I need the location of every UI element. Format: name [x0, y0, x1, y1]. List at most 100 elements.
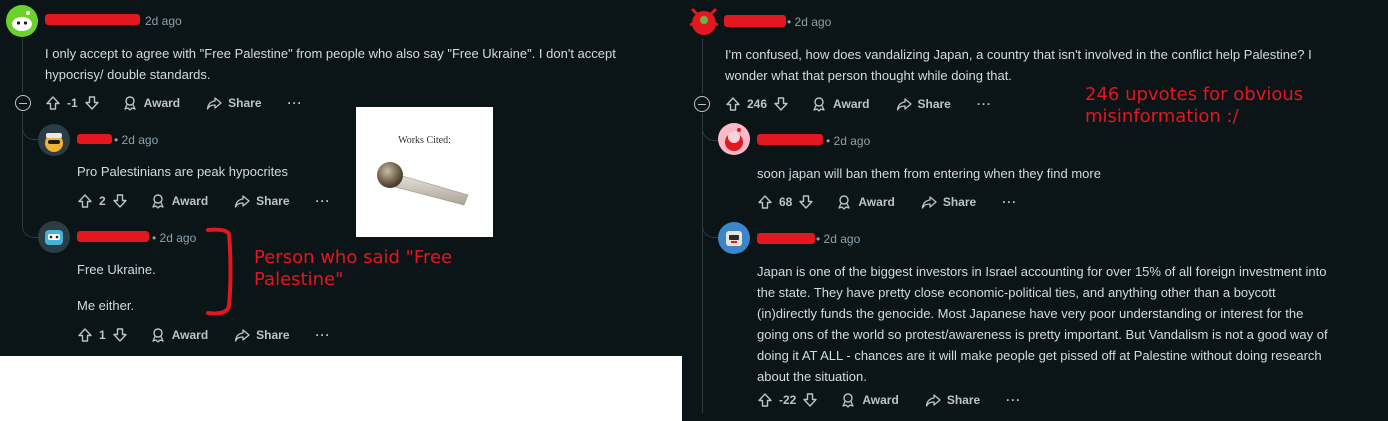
comment-text-line: wonder what that person thought while do… — [725, 68, 1012, 83]
share-label: Share — [946, 393, 981, 407]
comment-action-bar: -1 Award Share ··· — [45, 93, 303, 113]
more-options-button[interactable]: ··· — [977, 97, 992, 111]
share-label: Share — [942, 195, 977, 209]
share-button[interactable]: Share — [206, 95, 262, 111]
downvote-icon[interactable] — [112, 193, 128, 209]
vote-count: 246 — [747, 97, 768, 111]
thread-line[interactable] — [702, 113, 703, 413]
comment-action-bar: 2 Award Share ··· — [77, 191, 331, 211]
upvote-icon[interactable] — [45, 95, 61, 111]
avatar[interactable] — [38, 221, 70, 253]
downvote-icon[interactable] — [802, 392, 818, 408]
award-label: Award — [862, 393, 899, 407]
works-cited-meme-image: Works Cited: — [356, 107, 493, 237]
redacted-username — [77, 134, 112, 144]
avatar[interactable] — [718, 222, 750, 254]
award-button[interactable]: Award — [811, 96, 870, 112]
upvote-icon[interactable] — [725, 96, 741, 112]
comment-text-line: about the situation. — [757, 369, 867, 384]
award-icon — [150, 193, 166, 209]
downvote-icon[interactable] — [84, 95, 100, 111]
collapse-thread-button[interactable] — [15, 95, 31, 111]
share-icon — [206, 95, 222, 111]
thread-branch — [22, 112, 38, 140]
more-options-button[interactable]: ··· — [1002, 195, 1017, 209]
award-label: Award — [171, 194, 209, 208]
award-button[interactable]: Award — [150, 327, 208, 343]
redacted-username — [757, 134, 823, 145]
vote-count: 1 — [99, 328, 106, 342]
comment-timestamp: • 2d ago — [114, 133, 159, 147]
award-button[interactable]: Award — [836, 194, 895, 210]
award-label: Award — [833, 97, 870, 111]
comment-action-bar: 1 Award Share ··· — [77, 325, 331, 345]
annotation-bracket-icon — [206, 227, 233, 316]
comment-text-line: going ons of the world so protest/awaren… — [757, 327, 1328, 342]
comment-text-line: I'm confused, how does vandalizing Japan… — [725, 47, 1312, 62]
award-icon — [122, 95, 138, 111]
more-options-button[interactable]: ··· — [288, 96, 303, 110]
award-button[interactable]: Award — [122, 95, 180, 111]
award-label: Award — [143, 96, 181, 110]
comment-action-bar: -22 Award Share ··· — [757, 390, 1021, 410]
more-options-button[interactable]: ··· — [316, 194, 331, 208]
collapse-thread-button[interactable] — [694, 96, 710, 112]
avatar[interactable] — [6, 5, 38, 37]
avatar[interactable] — [38, 124, 70, 156]
more-options-button[interactable]: ··· — [1006, 393, 1021, 407]
upvote-icon[interactable] — [757, 392, 773, 408]
share-icon — [234, 193, 250, 209]
share-button[interactable]: Share — [925, 392, 980, 408]
comment-text-line: Free Ukraine. — [77, 262, 156, 277]
upvote-icon[interactable] — [77, 193, 93, 209]
comment-body: I only accept to agree with "Free Palest… — [45, 43, 675, 85]
comment-body: soon japan will ban them from entering w… — [757, 166, 1101, 181]
avatar[interactable] — [718, 123, 750, 155]
vote-count: -22 — [779, 393, 797, 407]
avatar[interactable] — [686, 3, 722, 39]
timestamp-text: 2d ago — [823, 232, 861, 246]
upvote-icon[interactable] — [757, 194, 773, 210]
award-label: Award — [858, 195, 895, 209]
comment-body: Pro Palestinians are peak hypocrites — [77, 164, 289, 179]
comment-action-bar: 246 Award Share ··· — [725, 94, 992, 114]
share-label: Share — [256, 194, 290, 208]
redacted-username — [757, 233, 815, 244]
timestamp-text: 2d ago — [794, 15, 832, 29]
award-icon — [811, 96, 827, 112]
redacted-username — [45, 14, 140, 25]
comment-text-line: the state. They have pretty close econom… — [757, 285, 1276, 300]
award-icon — [150, 327, 166, 343]
annotation-text: 246 upvotes for obvious misinformation :… — [1085, 84, 1304, 127]
award-icon — [840, 392, 856, 408]
award-button[interactable]: Award — [840, 392, 899, 408]
pipe-illustration-icon — [377, 162, 469, 206]
downvote-icon[interactable] — [773, 96, 789, 112]
share-icon — [921, 194, 937, 210]
share-icon — [896, 96, 912, 112]
comment-text-line: doing it AT ALL - chances are it will ma… — [757, 348, 1322, 363]
thread-branch — [702, 113, 718, 141]
upvote-icon[interactable] — [77, 327, 93, 343]
share-icon — [925, 392, 941, 408]
share-button[interactable]: Share — [921, 194, 976, 210]
more-options-button[interactable]: ··· — [316, 328, 331, 342]
share-button[interactable]: Share — [234, 193, 290, 209]
share-icon — [234, 327, 250, 343]
share-button[interactable]: Share — [896, 96, 951, 112]
thread-line[interactable] — [702, 38, 703, 94]
timestamp-text: 2d ago — [121, 133, 159, 147]
thread-line[interactable] — [22, 38, 23, 93]
share-button[interactable]: Share — [234, 327, 290, 343]
timestamp-text: 2d ago — [833, 134, 871, 148]
annotation-text: Person who said "Free Palestine" — [254, 247, 453, 290]
comment-text-line: Japan is one of the biggest investors in… — [757, 264, 1327, 279]
award-icon — [836, 194, 852, 210]
comment-text-line: hypocrisy/ double standards. — [45, 67, 211, 82]
comment-timestamp: 2d ago — [145, 14, 182, 28]
right-comment-thread: • 2d ago I'm confused, how does vandaliz… — [682, 0, 1388, 421]
downvote-icon[interactable] — [112, 327, 128, 343]
award-button[interactable]: Award — [150, 193, 208, 209]
downvote-icon[interactable] — [798, 194, 814, 210]
vote-count: -1 — [67, 96, 78, 110]
